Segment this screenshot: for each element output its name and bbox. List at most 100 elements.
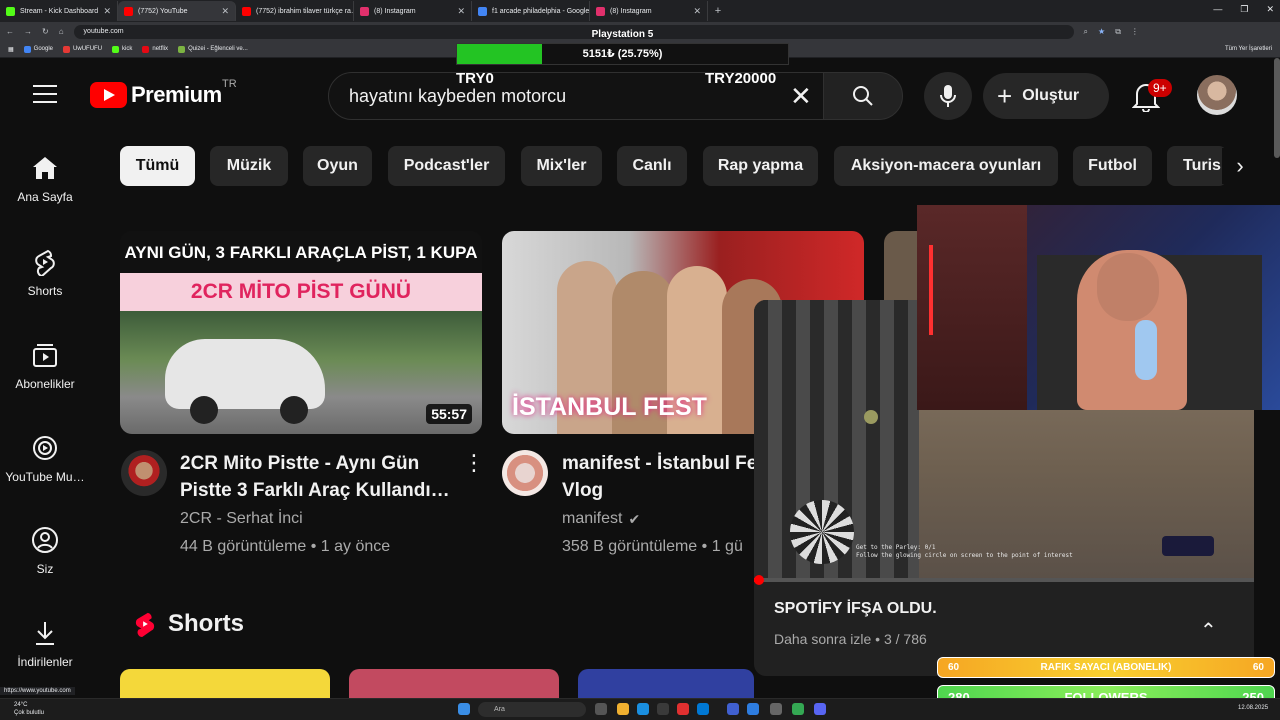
- chip-rap[interactable]: Rap yapma: [703, 146, 818, 186]
- goal-min-label: TRY0: [456, 70, 494, 87]
- chip-podcasts[interactable]: Podcast'ler: [388, 146, 505, 186]
- bookmark-item[interactable]: Quizei - Eğlenceli ve...: [178, 45, 248, 53]
- channel-name[interactable]: 2CR - Serhat İnci: [180, 510, 303, 528]
- sidebar-item-you[interactable]: Siz: [0, 526, 90, 576]
- subscriptions-icon: [33, 344, 57, 367]
- channel-avatar[interactable]: [502, 450, 548, 496]
- channel-avatar[interactable]: [121, 450, 167, 496]
- clear-search-icon[interactable]: ✕: [790, 83, 812, 109]
- car-wheel: [190, 396, 218, 424]
- bookmark-star-icon[interactable]: ★: [1098, 27, 1105, 36]
- video-title[interactable]: 2CR Mito Pistte - Aynı Gün Pistte 3 Fark…: [180, 450, 450, 504]
- browser-tab[interactable]: (7752) YouTube ✕: [118, 1, 236, 21]
- apps-icon[interactable]: ▦: [8, 46, 14, 53]
- goal-progress-bar: 5151₺ (25.75%): [456, 43, 789, 65]
- minimize-icon[interactable]: —: [1213, 4, 1222, 15]
- taskbar-clock[interactable]: 12.08.2025: [1238, 704, 1268, 712]
- taskbar-weather[interactable]: 24°C Çok bulutlu: [14, 701, 44, 717]
- close-tab-icon[interactable]: ✕: [693, 6, 701, 17]
- windows-start-icon[interactable]: [458, 703, 470, 715]
- chip-all[interactable]: Tümü: [120, 146, 195, 186]
- file-explorer-icon[interactable]: [617, 703, 629, 715]
- sidebar-item-shorts[interactable]: Shorts: [0, 248, 90, 298]
- chip-music[interactable]: Müzik: [210, 146, 288, 186]
- create-label: Oluştur: [1022, 87, 1080, 104]
- more-actions-icon[interactable]: ⋮: [463, 452, 485, 474]
- edge-icon[interactable]: [637, 703, 649, 715]
- create-button[interactable]: + Oluştur: [983, 73, 1109, 119]
- bookmark-favicon-icon: [112, 45, 120, 53]
- taskbar-search[interactable]: Ara: [478, 702, 586, 717]
- chip-football[interactable]: Futbol: [1073, 146, 1152, 186]
- app-icon[interactable]: [747, 703, 759, 715]
- taskbar-search-placeholder: Ara: [494, 706, 505, 713]
- browser-tab[interactable]: (8) Instagram ✕: [354, 1, 472, 21]
- back-icon[interactable]: ←: [6, 27, 14, 36]
- maximize-icon[interactable]: ❐: [1240, 4, 1248, 15]
- app-icon[interactable]: [770, 703, 782, 715]
- reload-icon[interactable]: ↻: [42, 27, 49, 36]
- chip-live[interactable]: Canlı: [617, 146, 687, 186]
- bookmark-item[interactable]: UwUFUFU: [63, 45, 102, 53]
- menu-icon[interactable]: ⋮: [1131, 27, 1139, 36]
- hud-objective: Get to the Parley: 0/1: [856, 544, 936, 551]
- sidebar-item-downloads[interactable]: İndirilenler: [0, 619, 90, 669]
- subs-right-value: 60: [1252, 662, 1264, 673]
- browser-tab[interactable]: Stream - Kick Dashboard ✕: [0, 1, 118, 21]
- close-tab-icon[interactable]: ✕: [221, 6, 229, 17]
- forward-icon[interactable]: →: [24, 27, 32, 36]
- home-browser-icon[interactable]: ⌂: [59, 27, 64, 36]
- voice-search-button[interactable]: [924, 72, 972, 120]
- video-title-line: Pistte 3 Farklı Araç Kullandı…: [180, 480, 450, 501]
- channel-name-row[interactable]: manifest ✔: [562, 510, 640, 528]
- chrome-icon[interactable]: [792, 703, 804, 715]
- miniplayer-progress-track[interactable]: [754, 578, 1254, 582]
- tab-title: Stream - Kick Dashboard: [20, 7, 99, 15]
- app-icon[interactable]: [677, 703, 689, 715]
- outlook-icon[interactable]: [697, 703, 709, 715]
- discord-icon[interactable]: [814, 703, 826, 715]
- bookmark-item[interactable]: Google: [23, 45, 53, 53]
- chip-mixes[interactable]: Mix'ler: [521, 146, 602, 186]
- logo-text: Premium: [131, 82, 222, 107]
- miniplayer-subtitle: Daha sonra izle • 3 / 786: [774, 631, 927, 647]
- task-view-icon[interactable]: [595, 703, 607, 715]
- close-window-icon[interactable]: ✕: [1266, 4, 1274, 15]
- tab-favicon-icon: [6, 6, 15, 16]
- chevron-up-icon[interactable]: ⌃: [1200, 618, 1217, 643]
- video-title[interactable]: manifest - İstanbul Fe Vlog: [562, 450, 757, 504]
- close-tab-icon[interactable]: ✕: [103, 6, 111, 17]
- browser-tab[interactable]: f1 arcade philadelphia - Google✕: [472, 1, 590, 21]
- chevron-right-icon[interactable]: ›: [1222, 148, 1258, 184]
- page-scrollbar[interactable]: [1274, 58, 1280, 158]
- search-button[interactable]: [823, 72, 903, 120]
- close-tab-icon[interactable]: ✕: [457, 6, 465, 17]
- account-avatar[interactable]: [1197, 75, 1237, 115]
- bookmark-item[interactable]: kick: [112, 45, 132, 53]
- browser-tab[interactable]: (7752) ibrahim tilaver türkçe ra…✕: [236, 1, 354, 21]
- chip-gaming[interactable]: Oyun: [303, 146, 372, 186]
- bookmark-item[interactable]: netflix: [142, 45, 168, 53]
- browser-tab[interactable]: (8) Instagram ✕: [590, 1, 708, 21]
- chip-action-adventure[interactable]: Aksiyon-macera oyunları: [834, 146, 1058, 186]
- extensions-icon[interactable]: ⧉: [1115, 27, 1121, 37]
- shorts-icon: [35, 249, 55, 276]
- store-icon[interactable]: [657, 703, 669, 715]
- chip-tourism[interactable]: Turis: [1167, 146, 1227, 186]
- new-tab-button[interactable]: +: [708, 5, 728, 17]
- all-bookmarks[interactable]: Tüm Yer İşaretleri: [1225, 46, 1272, 52]
- zoom-icon[interactable]: ⌕: [1084, 27, 1088, 37]
- shorts-logo-icon: [135, 612, 155, 637]
- sidebar-item-home[interactable]: Ana Sayfa: [0, 154, 90, 204]
- miniplayer-scrubber[interactable]: [754, 575, 764, 585]
- video-metadata: 44 B görüntüleme • 1 ay önce: [180, 538, 391, 555]
- sidebar-item-subscriptions[interactable]: Abonelikler: [0, 341, 90, 391]
- app-icon[interactable]: [727, 703, 739, 715]
- shorts-title: Shorts: [168, 610, 245, 637]
- youtube-premium-logo[interactable]: Premium: [90, 82, 222, 108]
- guide-menu-button[interactable]: [33, 85, 57, 105]
- tab-title: (7752) YouTube: [138, 7, 188, 15]
- sidebar-item-youtube-music[interactable]: YouTube Mu…: [0, 434, 90, 484]
- verified-icon: ✔: [628, 510, 641, 527]
- video-thumbnail[interactable]: AYNI GÜN, 3 FARKLI ARAÇLA PİST, 1 KUPA 2…: [120, 231, 482, 434]
